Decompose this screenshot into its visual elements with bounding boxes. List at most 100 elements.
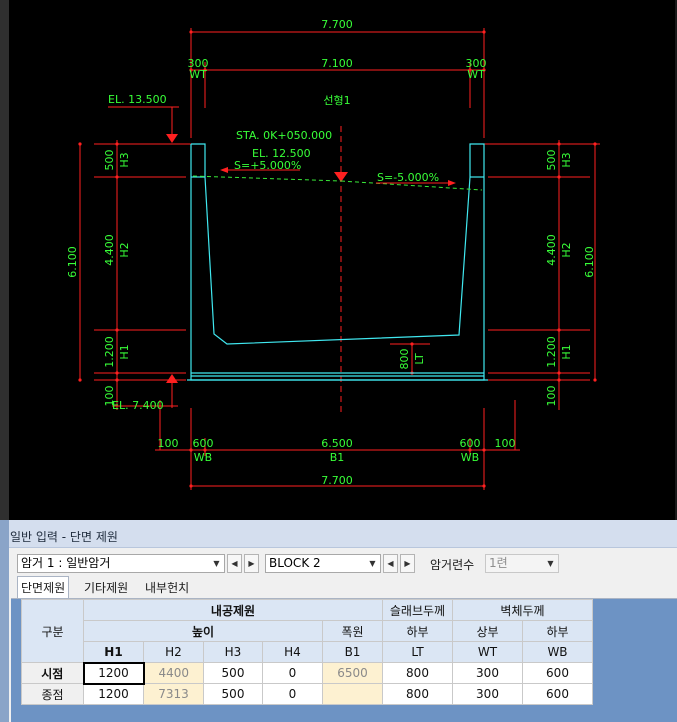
block-prev-button[interactable]: ◀ <box>383 554 398 573</box>
block-next-button[interactable]: ▶ <box>400 554 415 573</box>
sub-wall-bottom: 하부 <box>522 620 593 642</box>
group-inner: 내공제원 <box>83 599 383 621</box>
lt-value: 800 <box>398 349 411 370</box>
cell-end-wb[interactable]: 600 <box>522 683 593 705</box>
col-h3: H3 <box>203 641 263 663</box>
b1-value: 6.500 <box>321 437 353 450</box>
wall-right-top-tag: WT <box>467 68 485 81</box>
culvert-select-value: 암거 1 : 일반암거 <box>21 556 111 570</box>
wb-left-tag: WB <box>194 451 212 464</box>
right-h1: 1.200 <box>545 336 558 368</box>
right-total: 6.100 <box>583 246 596 278</box>
slope-right: S=-5.000% <box>377 171 439 184</box>
b-right-ext: 100 <box>495 437 516 450</box>
cell-start-h1[interactable]: 1200 <box>82 661 145 685</box>
col-wt: WT <box>452 641 523 663</box>
right-h1-tag: H1 <box>560 344 573 359</box>
sub-height: 높이 <box>83 620 323 642</box>
right-h2: 4.400 <box>545 234 558 266</box>
input-panel: 일반 입력 - 단면 제원 암거 1 : 일반암거 ▼ ◀ ▶ BLOCK 2 … <box>0 520 677 722</box>
b-left-ext: 100 <box>158 437 179 450</box>
right-h2-tag: H2 <box>560 242 573 257</box>
cell-end-h2: 7313 <box>143 683 204 705</box>
left-base: 100 <box>103 386 116 407</box>
panel-left-frame <box>0 520 9 722</box>
block-select-value: BLOCK 2 <box>269 556 321 570</box>
inner-width-top: 7.100 <box>321 57 353 70</box>
row-label-end: 종점 <box>21 683 84 705</box>
right-base: 100 <box>545 386 558 407</box>
right-h3: 500 <box>545 150 558 171</box>
wb-right: 600 <box>460 437 481 450</box>
el-top: EL. 13.500 <box>108 93 167 106</box>
el-bottom: EL. 7.400 <box>112 399 164 412</box>
cell-end-h4[interactable]: 0 <box>262 683 323 705</box>
left-h2: 4.400 <box>103 234 116 266</box>
lt-tag: LT <box>413 353 426 365</box>
overall-width-top: 7.700 <box>321 18 353 31</box>
culvert-next-button[interactable]: ▶ <box>244 554 259 573</box>
cell-start-h3[interactable]: 500 <box>203 662 263 684</box>
cell-start-b1: 6500 <box>322 662 383 684</box>
culvert-outline <box>187 143 488 381</box>
count-select-value: 1련 <box>489 556 508 570</box>
right-h3-tag: H3 <box>560 152 573 167</box>
section-drawing: 7.700 300 WT 7.100 300 WT EL. 13.500 선형1… <box>66 18 600 490</box>
alignment-name: 선형1 <box>323 94 350 107</box>
cell-end-wt[interactable]: 300 <box>452 683 523 705</box>
b1-tag: B1 <box>330 451 345 464</box>
overall-width-bottom: 7.700 <box>321 474 353 487</box>
wb-left: 600 <box>193 437 214 450</box>
table-row: 시점 1200 4400 500 0 6500 800 300 600 <box>21 661 593 685</box>
cad-drawing-area[interactable]: 7.700 300 WT 7.100 300 WT EL. 13.500 선형1… <box>0 0 677 520</box>
wb-right-tag: WB <box>461 451 479 464</box>
sub-slab-bottom: 하부 <box>382 620 453 642</box>
chevron-down-icon: ▼ <box>213 559 220 568</box>
cell-start-lt[interactable]: 800 <box>382 662 453 684</box>
vertical-labels: 500 H3 4.400 H2 1.200 H1 100 6.100 500 H… <box>66 150 596 407</box>
table-row: 종점 1200 7313 500 0 800 300 600 <box>21 683 593 705</box>
tab-page: 구분 내공제원 슬래브두께 벽체두께 높이 폭원 하부 상부 하부 H1 H2 … <box>11 598 677 722</box>
left-h3-tag: H3 <box>118 152 131 167</box>
cell-end-h3[interactable]: 500 <box>203 683 263 705</box>
culvert-select[interactable]: 암거 1 : 일반암거 ▼ <box>17 554 225 573</box>
left-h3: 500 <box>103 150 116 171</box>
drawing-labels: 7.700 300 WT 7.100 300 WT EL. 13.500 선형1… <box>108 18 516 487</box>
culvert-prev-button[interactable]: ◀ <box>227 554 242 573</box>
left-h2-tag: H2 <box>118 242 131 257</box>
chevron-down-icon: ▼ <box>547 559 554 568</box>
tab-other-dimensions[interactable]: 기타제원 <box>84 578 128 598</box>
col-lt: LT <box>382 641 453 663</box>
panel-title: 일반 입력 - 단면 제원 <box>9 520 677 548</box>
cell-end-h1[interactable]: 1200 <box>83 683 144 705</box>
panel-body: 암거 1 : 일반암거 ▼ ◀ ▶ BLOCK 2 ▼ ◀ ▶ 암거련수 1련 … <box>9 548 677 722</box>
sub-width: 폭원 <box>322 620 383 642</box>
dimension-table: 구분 내공제원 슬래브두께 벽체두께 높이 폭원 하부 상부 하부 H1 H2 … <box>21 599 593 705</box>
count-select[interactable]: 1련 ▼ <box>485 554 559 573</box>
col-wb: WB <box>522 641 593 663</box>
group-slab: 슬래브두께 <box>382 599 453 621</box>
tab-section-dimensions[interactable]: 단면제원 <box>17 576 70 598</box>
col-h4: H4 <box>262 641 323 663</box>
slope-left: S=+5.000% <box>234 159 301 172</box>
group-wall: 벽체두께 <box>452 599 593 621</box>
sub-wall-top: 상부 <box>452 620 523 642</box>
cell-end-lt[interactable]: 800 <box>382 683 453 705</box>
wall-left-top-tag: WT <box>189 68 207 81</box>
block-select[interactable]: BLOCK 2 ▼ <box>265 554 381 573</box>
count-label: 암거련수 <box>430 558 475 572</box>
col-h1: H1 <box>83 641 144 663</box>
cell-start-wt[interactable]: 300 <box>452 662 523 684</box>
cell-start-h4[interactable]: 0 <box>262 662 323 684</box>
col-h2: H2 <box>143 641 204 663</box>
chevron-down-icon: ▼ <box>369 559 376 568</box>
tab-inner-haunch[interactable]: 내부헌치 <box>145 578 189 598</box>
left-total: 6.100 <box>66 246 79 278</box>
left-h1: 1.200 <box>103 336 116 368</box>
col-b1: B1 <box>322 641 383 663</box>
cell-start-wb[interactable]: 600 <box>522 662 593 684</box>
row-header-label: 구분 <box>21 599 84 663</box>
station-label: STA. 0K+050.000 <box>236 129 332 142</box>
cell-end-b1 <box>322 683 383 705</box>
row-label-start: 시점 <box>21 662 84 684</box>
